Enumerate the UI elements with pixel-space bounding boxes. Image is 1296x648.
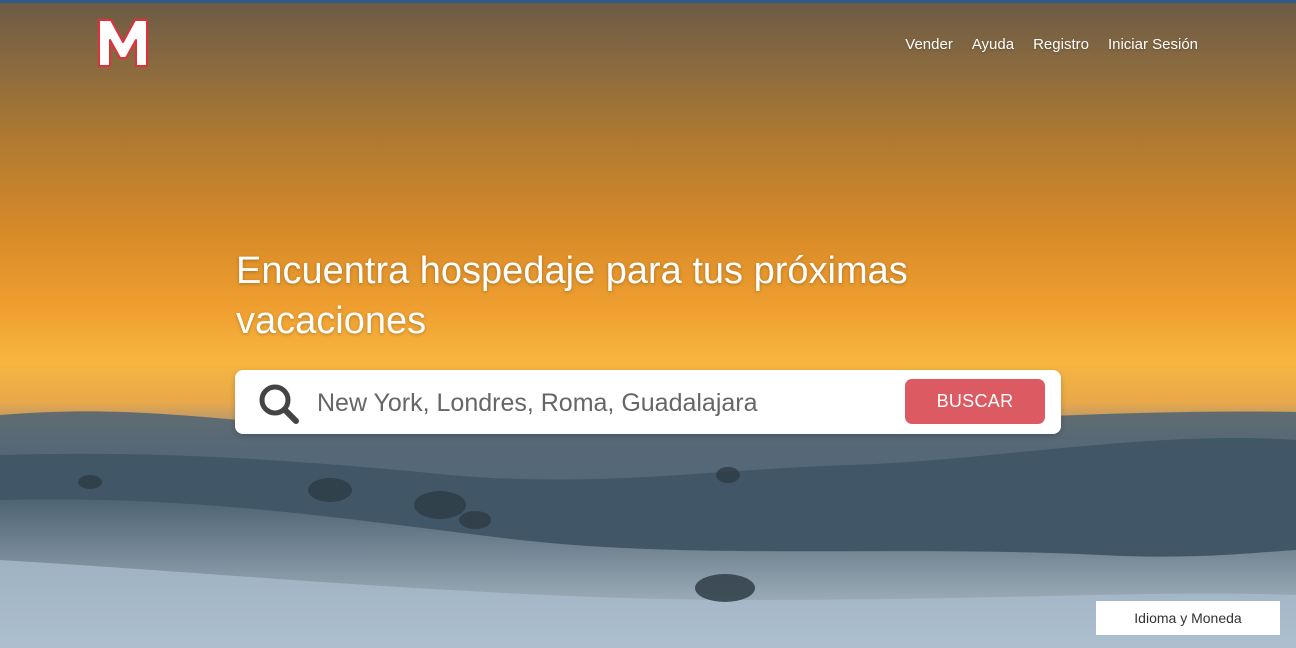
search-icon: [259, 384, 299, 424]
logo[interactable]: [96, 16, 150, 70]
language-currency-button[interactable]: Idioma y Moneda: [1096, 601, 1280, 635]
search-button[interactable]: BUSCAR: [905, 379, 1045, 424]
nav-vender[interactable]: Vender: [905, 36, 953, 53]
search-input[interactable]: [315, 380, 879, 426]
hero-headline: Encuentra hospedaje para tus próximas va…: [236, 250, 908, 342]
nav-registro[interactable]: Registro: [1033, 36, 1089, 53]
hero-section: Vender Ayuda Registro Iniciar Sesión Enc…: [0, 0, 1296, 648]
nav-ayuda[interactable]: Ayuda: [972, 36, 1014, 53]
top-navigation: Vender Ayuda Registro Iniciar Sesión: [905, 36, 1198, 53]
nav-iniciar-sesion[interactable]: Iniciar Sesión: [1108, 36, 1198, 53]
search-bar: BUSCAR: [235, 370, 1061, 434]
